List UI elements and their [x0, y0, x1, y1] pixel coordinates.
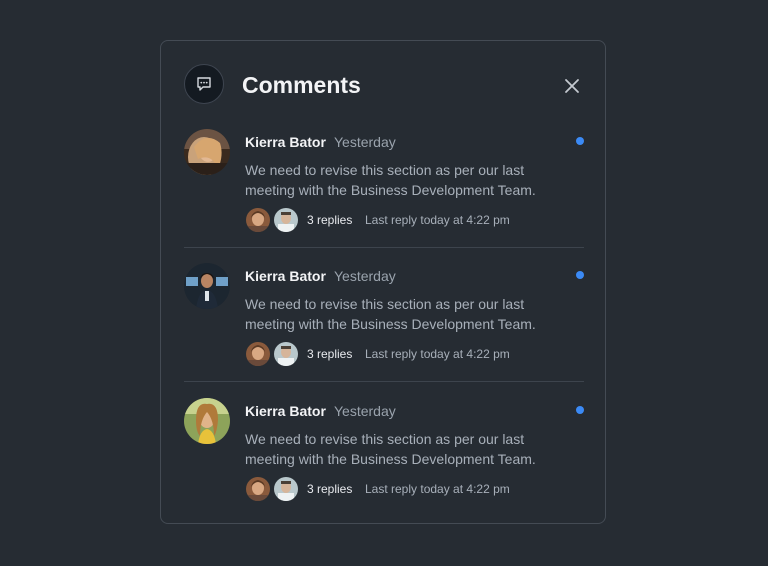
reply-avatars	[245, 207, 301, 233]
panel-title: Comments	[242, 72, 361, 98]
last-reply-time: Last reply today at 4:22 pm	[365, 347, 510, 361]
comment-icon	[184, 64, 224, 104]
comment-text: We need to revise this section as per ou…	[245, 431, 536, 467]
replies-count-link[interactable]: 3 replies	[307, 481, 352, 497]
avatar	[245, 207, 271, 233]
avatar[interactable]	[184, 398, 230, 444]
last-reply-time: Last reply today at 4:22 pm	[365, 213, 510, 227]
replies-count-link[interactable]: 3 replies	[307, 212, 352, 228]
unread-indicator	[576, 271, 584, 279]
comment-item[interactable]: Kierra Bator Yesterday We need to revise…	[184, 398, 584, 518]
divider	[184, 247, 584, 248]
comment-author: Kierra Bator	[245, 268, 326, 284]
reply-avatars	[245, 341, 301, 367]
comment-item[interactable]: Kierra Bator Yesterday We need to revise…	[184, 129, 584, 249]
last-reply-time: Last reply today at 4:22 pm	[365, 482, 510, 496]
avatar[interactable]	[184, 263, 230, 309]
comment-time: Yesterday	[334, 403, 396, 419]
divider	[184, 381, 584, 382]
close-icon	[565, 79, 579, 93]
close-button[interactable]	[560, 74, 584, 98]
comment-time: Yesterday	[334, 268, 396, 284]
reply-avatars	[245, 476, 301, 502]
avatar[interactable]	[184, 129, 230, 175]
comment-author: Kierra Bator	[245, 403, 326, 419]
avatar	[245, 341, 271, 367]
avatar	[273, 341, 299, 367]
avatar	[245, 476, 271, 502]
avatar	[273, 476, 299, 502]
unread-indicator	[576, 137, 584, 145]
comment-author: Kierra Bator	[245, 134, 326, 150]
comment-text: We need to revise this section as per ou…	[245, 162, 536, 198]
replies-count-link[interactable]: 3 replies	[307, 346, 352, 362]
panel-header: Comments	[184, 64, 584, 108]
comments-panel: Comments Kierra Bator Yesterday We need …	[160, 40, 606, 524]
avatar	[273, 207, 299, 233]
unread-indicator	[576, 406, 584, 414]
comment-text: We need to revise this section as per ou…	[245, 296, 536, 332]
comment-time: Yesterday	[334, 134, 396, 150]
comment-item[interactable]: Kierra Bator Yesterday We need to revise…	[184, 263, 584, 383]
